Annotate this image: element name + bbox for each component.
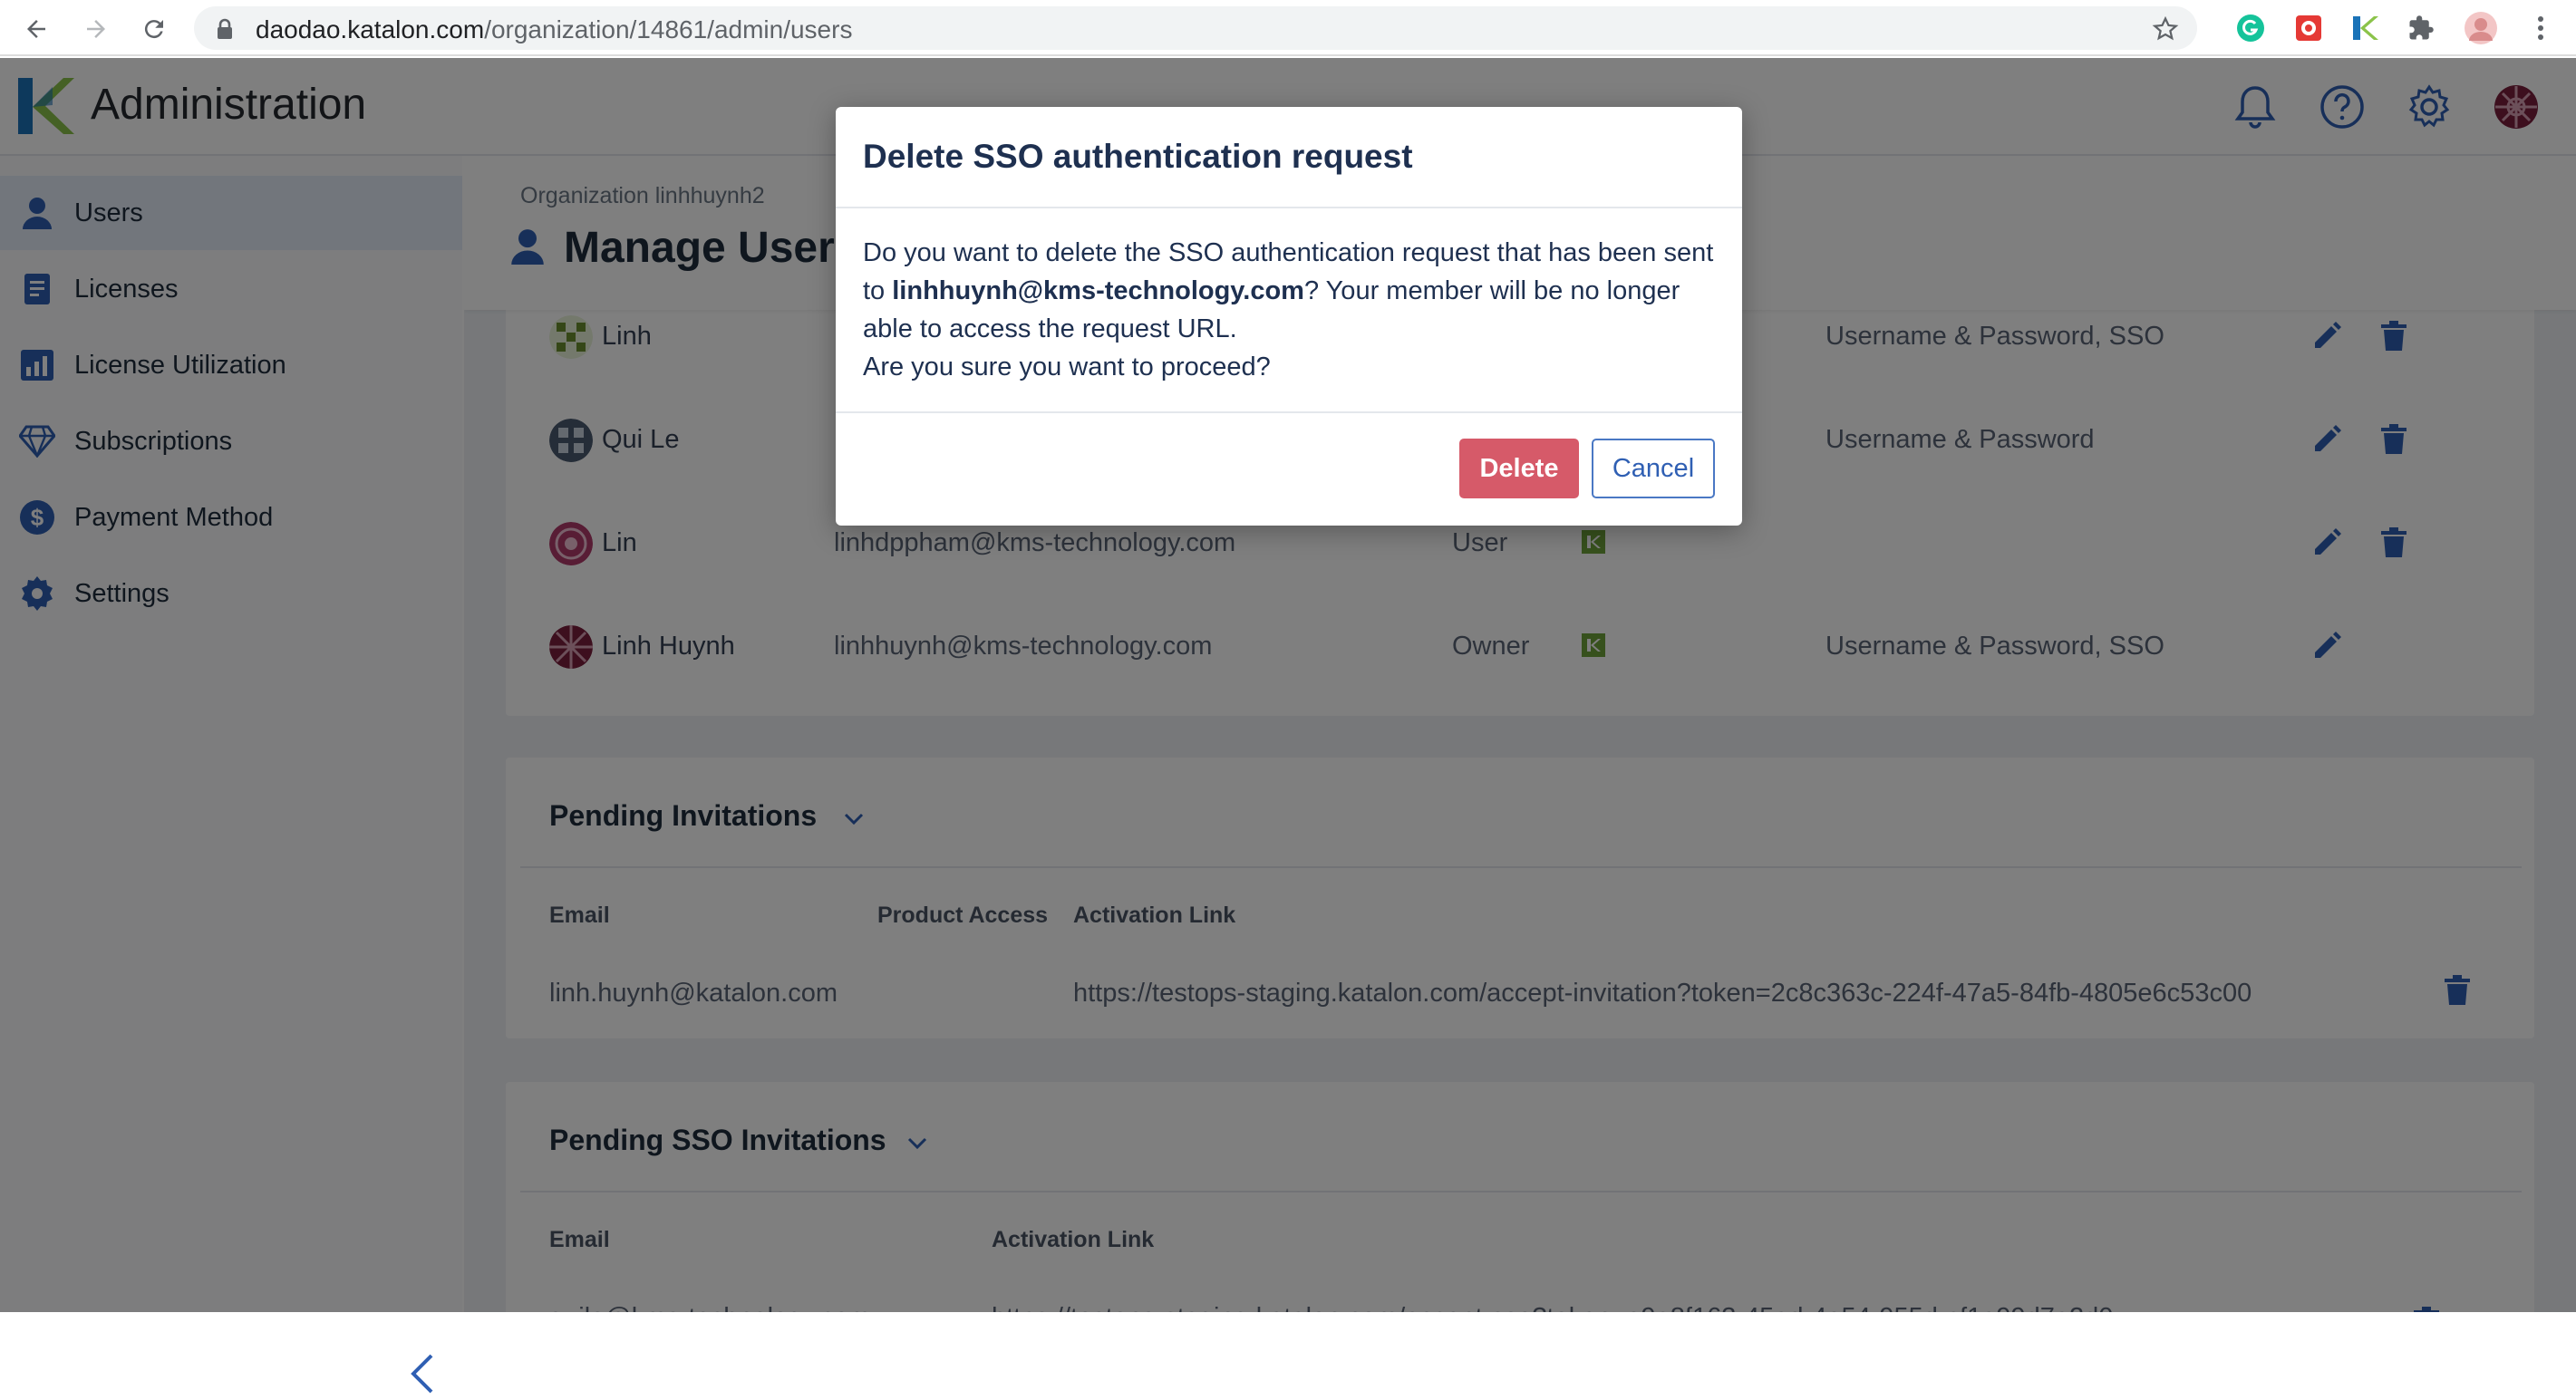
dialog-body: Do you want to delete the SSO authentica…: [863, 234, 1715, 386]
dialog-title: Delete SSO authentication request: [863, 138, 1413, 175]
cancel-button[interactable]: Cancel: [1592, 439, 1715, 498]
dialog-email: linhhuynh@kms-technology.com: [892, 276, 1304, 305]
katalon-extension-icon[interactable]: [2348, 11, 2382, 45]
divider: [836, 207, 1742, 208]
url-path: /organization/14861/admin/users: [484, 15, 853, 43]
divider: [836, 411, 1742, 413]
browser-toolbar: daodao.katalon.com/organization/14861/ad…: [0, 0, 2576, 56]
delete-button[interactable]: Delete: [1459, 439, 1579, 498]
bookmark-star-icon[interactable]: [2152, 15, 2179, 47]
url-text: daodao.katalon.com/organization/14861/ad…: [256, 15, 852, 44]
recorder-extension-icon[interactable]: [2291, 11, 2326, 45]
delete-sso-dialog: Delete SSO authentication request Do you…: [836, 107, 1742, 526]
profile-avatar-icon[interactable]: [2464, 11, 2498, 45]
grammarly-extension-icon[interactable]: [2233, 11, 2268, 45]
forward-arrow-icon[interactable]: [78, 11, 114, 47]
address-bar[interactable]: daodao.katalon.com/organization/14861/ad…: [194, 6, 2197, 50]
browser-menu-icon[interactable]: [2523, 11, 2558, 45]
url-host: daodao.katalon.com: [256, 15, 485, 43]
extensions-puzzle-icon[interactable]: [2404, 11, 2438, 45]
reload-icon[interactable]: [136, 11, 172, 47]
back-arrow-icon[interactable]: [18, 11, 54, 47]
dialog-confirm-question: Are you sure you want to proceed?: [863, 352, 1271, 381]
collapse-sidebar-chevron-icon[interactable]: [404, 1352, 441, 1395]
lock-icon: [216, 18, 234, 44]
